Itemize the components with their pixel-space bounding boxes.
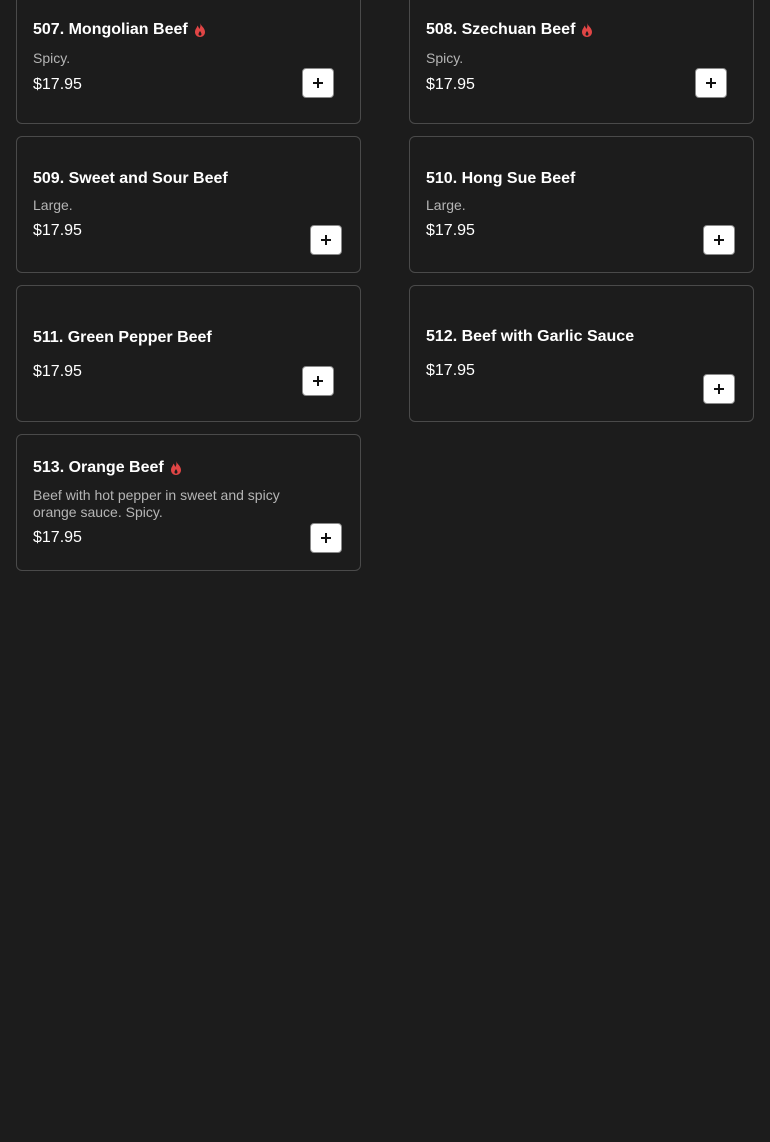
plus-icon (321, 235, 331, 245)
plus-icon (321, 533, 331, 543)
menu-item-description: Large. (426, 197, 466, 213)
menu-item-name: 511. Green Pepper Beef (33, 329, 212, 346)
add-to-cart-button[interactable] (695, 68, 727, 98)
add-to-cart-button[interactable] (302, 68, 334, 98)
menu-item-price: $17.95 (426, 362, 475, 379)
menu-item-name: 509. Sweet and Sour Beef (33, 170, 228, 187)
menu-item-name: 512. Beef with Garlic Sauce (426, 328, 635, 345)
menu-item-name: 513. Orange Beef (33, 459, 164, 476)
menu-item-card[interactable]: 512. Beef with Garlic Sauce $17.95 (409, 285, 754, 422)
menu-item-name: 508. Szechuan Beef (426, 21, 576, 38)
menu-item-price: $17.95 (33, 222, 82, 239)
menu-item-price: $17.95 (33, 529, 82, 546)
menu-item-description: Beef with hot pepper in sweet and spicy … (33, 487, 280, 520)
flame-icon (194, 23, 205, 37)
plus-icon (714, 384, 724, 394)
menu-item-description: Large. (33, 197, 73, 213)
menu-item-title: 507. Mongolian Beef (33, 21, 206, 39)
menu-item-name: 510. Hong Sue Beef (426, 170, 576, 187)
plus-icon (714, 235, 724, 245)
menu-item-description: Spicy. (33, 50, 71, 66)
plus-icon (706, 78, 716, 88)
plus-icon (313, 78, 323, 88)
menu-item-card[interactable]: 508. Szechuan Beef Spicy. $17.95 (409, 0, 754, 124)
menu-item-card[interactable]: 507. Mongolian Beef Spicy. $17.95 (16, 0, 361, 124)
flame-icon (582, 23, 593, 37)
menu-item-price: $17.95 (426, 222, 475, 239)
menu-item-title: 511. Green Pepper Beef (33, 329, 212, 347)
add-to-cart-button[interactable] (310, 523, 342, 553)
menu-item-card[interactable]: 509. Sweet and Sour Beef Large. $17.95 (16, 136, 361, 273)
add-to-cart-button[interactable] (703, 374, 735, 404)
menu-item-card[interactable]: 513. Orange Beef Beef with hot pepper in… (16, 434, 361, 571)
menu-item-price: $17.95 (426, 76, 475, 93)
menu-item-price: $17.95 (33, 363, 82, 380)
add-to-cart-button[interactable] (310, 225, 342, 255)
add-to-cart-button[interactable] (703, 225, 735, 255)
menu-item-card[interactable]: 510. Hong Sue Beef Large. $17.95 (409, 136, 754, 273)
menu-item-card[interactable]: 511. Green Pepper Beef $17.95 (16, 285, 361, 422)
flame-icon (170, 461, 181, 475)
menu-item-title: 510. Hong Sue Beef (426, 170, 575, 188)
menu-item-title: 512. Beef with Garlic Sauce (426, 328, 634, 346)
menu-item-description: Spicy. (426, 50, 464, 66)
menu-item-price: $17.95 (33, 76, 82, 93)
plus-icon (313, 376, 323, 386)
menu-item-title: 509. Sweet and Sour Beef (33, 170, 228, 188)
menu-item-name: 507. Mongolian Beef (33, 21, 188, 38)
menu-item-title: 508. Szechuan Beef (426, 21, 593, 39)
add-to-cart-button[interactable] (302, 366, 334, 396)
menu-item-title: 513. Orange Beef (33, 459, 182, 477)
